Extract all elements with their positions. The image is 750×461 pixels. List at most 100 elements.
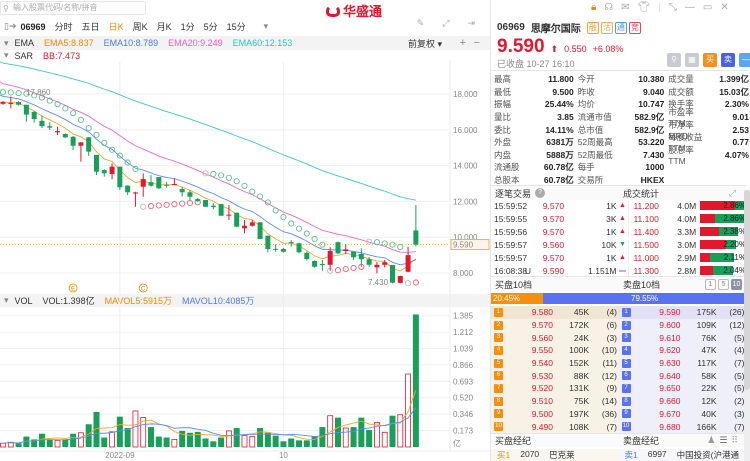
volume-stats-title[interactable]: 成交统计 xyxy=(623,187,659,200)
ask-level-row[interactable]: 9 9.670 40K (3) xyxy=(619,408,747,421)
lock-icon[interactable]: 🔒︎ xyxy=(591,2,596,13)
level-number: 8 xyxy=(621,396,631,406)
volume-bar xyxy=(350,427,357,447)
kline-chart[interactable]: 18.000 16.000 14.000 12.000 10.000 8.000 1.385… xyxy=(0,0,490,461)
scrollbar-thumb[interactable] xyxy=(744,190,750,390)
vol-label[interactable]: VOL xyxy=(15,296,33,306)
collapse-icon[interactable]: ▾ xyxy=(4,38,9,49)
tab-3[interactable]: 周K xyxy=(133,20,148,33)
grid-view-icon[interactable]: ⠿ xyxy=(731,435,738,446)
tab-7[interactable]: 15分 xyxy=(227,20,246,33)
trade-price: 9.570 xyxy=(542,200,565,211)
ask-level-row[interactable]: 8 9.660 12K (2) xyxy=(619,395,747,408)
search-quote-button[interactable]: ⚲ xyxy=(667,53,681,67)
stats-row: 最高 11.800 今开 10.380 成交量 1.399亿 xyxy=(491,73,749,86)
bid-level-row[interactable]: 10 9.490 108K (7) xyxy=(491,420,619,433)
bid-level-row[interactable]: 1 9.580 45K (4) xyxy=(491,306,619,319)
more-button[interactable]: — xyxy=(739,53,750,67)
depth-level-10[interactable]: 10 xyxy=(731,279,742,290)
ema-label[interactable]: EMA xyxy=(15,38,35,48)
level-qty: 109K xyxy=(696,320,717,331)
ask-level-row[interactable]: 5 9.630 117K (7) xyxy=(619,357,747,370)
bid-level-row[interactable]: 5 9.540 152K (11) xyxy=(491,357,619,370)
minimize-icon[interactable]: — xyxy=(685,2,695,13)
candle-body xyxy=(125,185,131,193)
sar-label[interactable]: SAR xyxy=(15,51,34,61)
candle-body xyxy=(335,242,341,254)
search-input[interactable]: ⚲ 输入股票代码/名称/拼音 xyxy=(0,1,146,15)
level-qty: 76K xyxy=(701,332,717,343)
tab-5[interactable]: 1分 xyxy=(181,20,195,33)
bid-level-row[interactable]: 4 9.550 100K (10) xyxy=(491,344,619,357)
exit-icon[interactable]: ⇥ xyxy=(467,18,475,29)
chart-button[interactable]: ▦ xyxy=(685,53,699,67)
volume-bar xyxy=(319,427,326,447)
ask-level-row[interactable]: 4 9.620 47K (4) xyxy=(619,344,747,357)
pen-icon[interactable]: ✎ xyxy=(417,18,425,29)
bid-ask-ratio-bar: 20.45% 79.55% xyxy=(491,293,746,304)
tab-0[interactable]: 分时 xyxy=(55,20,73,33)
help-icon[interactable]: ? xyxy=(535,188,546,198)
ask-level-row[interactable]: 10 9.680 166K (7) xyxy=(619,420,747,433)
level-number: 7 xyxy=(494,383,503,393)
collapse-icon[interactable]: ▾ xyxy=(4,50,9,61)
collapse-icon[interactable]: ▾ xyxy=(4,295,9,306)
ema20-line xyxy=(0,81,416,253)
bid-level-row[interactable]: 7 9.520 131K (9) xyxy=(491,382,619,395)
tick-trades-title[interactable]: 逐笔交易 xyxy=(495,187,531,200)
shrink-icon[interactable]: ⤡ xyxy=(669,2,677,13)
ask-level-row[interactable]: 6 9.640 58K (5) xyxy=(619,369,747,382)
sell-button[interactable]: 卖 xyxy=(721,53,735,67)
tab-1[interactable]: 五日 xyxy=(82,20,100,33)
maximize-icon[interactable]: ▭ xyxy=(703,2,712,13)
remove-indicator-button[interactable]: − xyxy=(474,37,480,49)
bid-level-row[interactable]: 6 9.530 88K (12) xyxy=(491,369,619,382)
bid-broker-name[interactable]: 巴克莱 xyxy=(549,449,575,461)
level-number: 3 xyxy=(494,333,503,343)
stat-value: 1000 xyxy=(645,162,665,173)
candle-body xyxy=(109,166,115,175)
headset-icon[interactable]: ☊ xyxy=(604,2,613,13)
ask-level-row[interactable]: 7 9.650 22K (5) xyxy=(619,382,747,395)
depth-level-5[interactable]: 5 xyxy=(718,279,729,290)
tab-2[interactable]: 日K xyxy=(109,20,124,33)
level-qty: 175K xyxy=(696,307,717,318)
bid-level-row[interactable]: 8 9.510 75K (14) xyxy=(491,395,619,408)
scrollbar[interactable] xyxy=(744,190,750,461)
more-periods-dropdown[interactable]: ▾ xyxy=(264,21,269,32)
candle-body xyxy=(257,222,263,239)
expand-icon[interactable]: ⤢ xyxy=(729,188,736,199)
bid-level-row[interactable]: 9 9.500 197K (36) xyxy=(491,408,619,421)
level-price: 9.630 xyxy=(659,358,681,369)
bid-broker-id[interactable]: 2070 xyxy=(520,449,539,461)
level-number: 7 xyxy=(621,383,631,393)
volume-bar xyxy=(210,441,217,447)
person-icon[interactable]: ♟ xyxy=(707,435,715,446)
fullscreen-icon[interactable]: ⤢ xyxy=(442,18,449,29)
list-view-icon[interactable]: ☰ xyxy=(719,435,727,446)
close-icon[interactable]: ✕ xyxy=(720,2,728,13)
level-price: 9.490 xyxy=(531,421,553,432)
bid-level-row[interactable]: 2 9.570 172K (6) xyxy=(491,319,619,332)
bid-level-row[interactable]: 3 9.560 24K (3) xyxy=(491,331,619,344)
tab-6[interactable]: 5分 xyxy=(204,20,218,33)
tab-4[interactable]: 月K xyxy=(157,20,172,33)
ask-broker-name[interactable]: 中国投资(沪港通 xyxy=(677,449,739,461)
level-number: 4 xyxy=(494,345,503,355)
volume-bar xyxy=(109,431,115,448)
mail-icon[interactable]: ✉ xyxy=(621,2,629,13)
collapse-panel-icon[interactable]: ▯➔ xyxy=(4,21,17,32)
ask-level-row[interactable]: 2 9.600 109K (12) xyxy=(619,319,747,332)
buy-button[interactable]: 买 xyxy=(703,53,717,67)
ask-level-row[interactable]: 1 9.590 175K (26) xyxy=(618,306,746,319)
depth-level-1[interactable]: 1 xyxy=(705,279,716,290)
level-orders: (14) xyxy=(601,396,617,407)
add-indicator-button[interactable]: + xyxy=(460,37,466,49)
ask-broker-id[interactable]: 6997 xyxy=(648,449,667,461)
sar-point xyxy=(272,207,279,214)
shirt-icon[interactable]: 👕︎ xyxy=(638,2,651,13)
adjust-dropdown[interactable]: 前复权 ▾ xyxy=(408,37,442,50)
ask-level-row[interactable]: 3 9.610 76K (5) xyxy=(619,331,747,344)
volume-bar xyxy=(163,437,170,447)
candle-body xyxy=(148,182,154,186)
